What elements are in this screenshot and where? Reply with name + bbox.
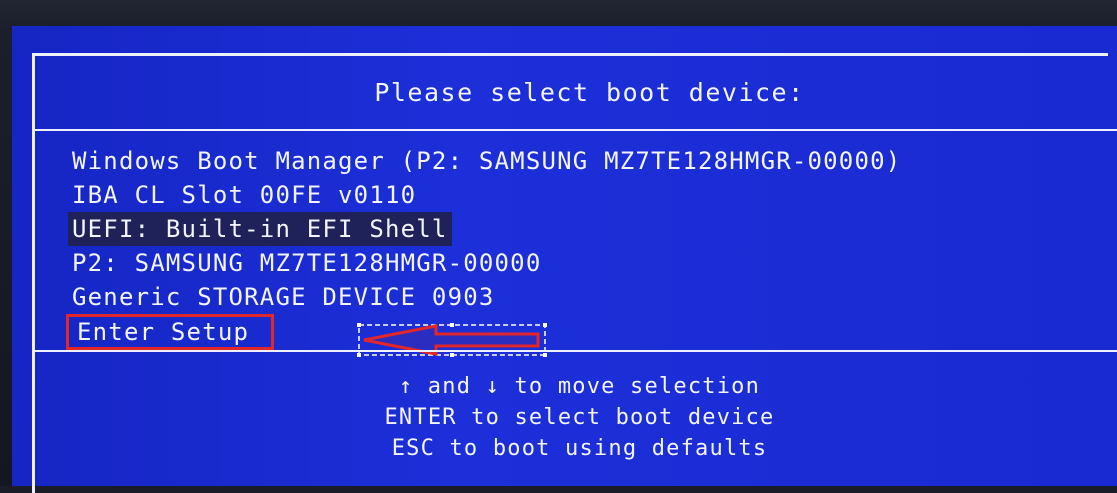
left-arrow-icon [357,323,547,357]
instruction-esc-defaults: ESC to boot using defaults [391,436,768,461]
boot-device-list: Windows Boot Manager (P2: SAMSUNG MZ7TE1… [66,144,905,350]
annotation-arrow [356,322,548,358]
boot-item-windows-boot-manager[interactable]: Windows Boot Manager (P2: SAMSUNG MZ7TE1… [68,147,905,175]
boot-item-uefi-efi-shell[interactable]: UEFI: Built-in EFI Shell [68,212,452,246]
boot-item-samsung-ssd[interactable]: P2: SAMSUNG MZ7TE128HMGR-00000 [68,249,545,277]
instruction-enter-select: ENTER to select boot device [384,405,775,430]
footer-divider [32,350,1117,352]
boot-menu-title: Please select boot device: [374,78,805,107]
instruction-move-selection: ↑ and ↓ to move selection [398,374,761,399]
header-divider [32,129,1117,131]
boot-item-generic-storage[interactable]: Generic STORAGE DEVICE 0903 [68,283,499,311]
boot-item-enter-setup[interactable]: Enter Setup [66,314,275,350]
instructions-panel: ↑ and ↓ to move selection ENTER to selec… [12,371,1117,464]
boot-menu-window: Please select boot device: Windows Boot … [12,26,1117,493]
monitor-screen: Please select boot device: Windows Boot … [0,0,1117,493]
boot-item-iba-cl-slot[interactable]: IBA CL Slot 00FE v0110 [68,181,420,209]
